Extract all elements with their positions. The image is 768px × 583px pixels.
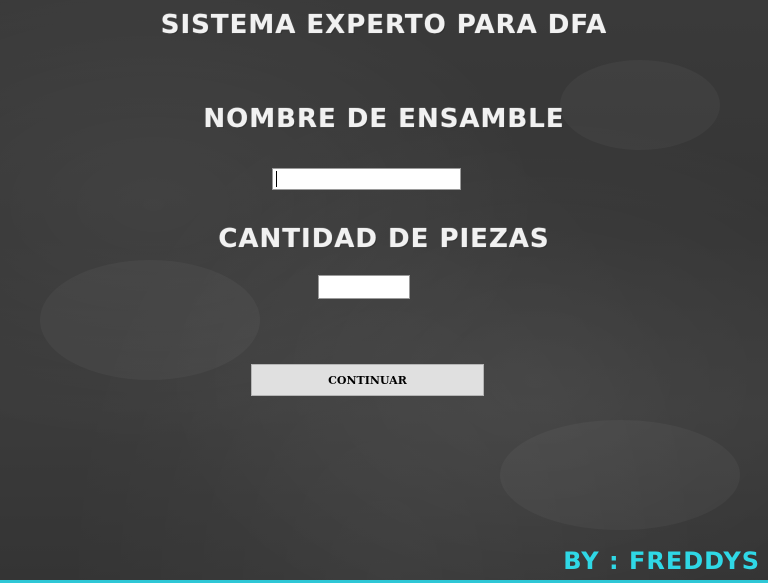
piece-count-input[interactable]	[318, 275, 410, 299]
chalk-smudge	[40, 260, 260, 380]
chalkboard-background: SISTEMA EXPERTO PARA DFA NOMBRE DE ENSAM…	[0, 0, 768, 583]
piece-count-label: CANTIDAD DE PIEZAS	[218, 224, 550, 254]
page-title: SISTEMA EXPERTO PARA DFA	[160, 10, 608, 40]
continue-button[interactable]: CONTINUAR	[251, 364, 484, 396]
author-credit: BY : FREDDYS	[563, 547, 760, 575]
chalk-smudge	[500, 420, 740, 530]
ensamble-name-input[interactable]	[272, 168, 461, 190]
ensamble-name-label: NOMBRE DE ENSAMBLE	[203, 104, 565, 134]
text-cursor	[276, 171, 277, 187]
